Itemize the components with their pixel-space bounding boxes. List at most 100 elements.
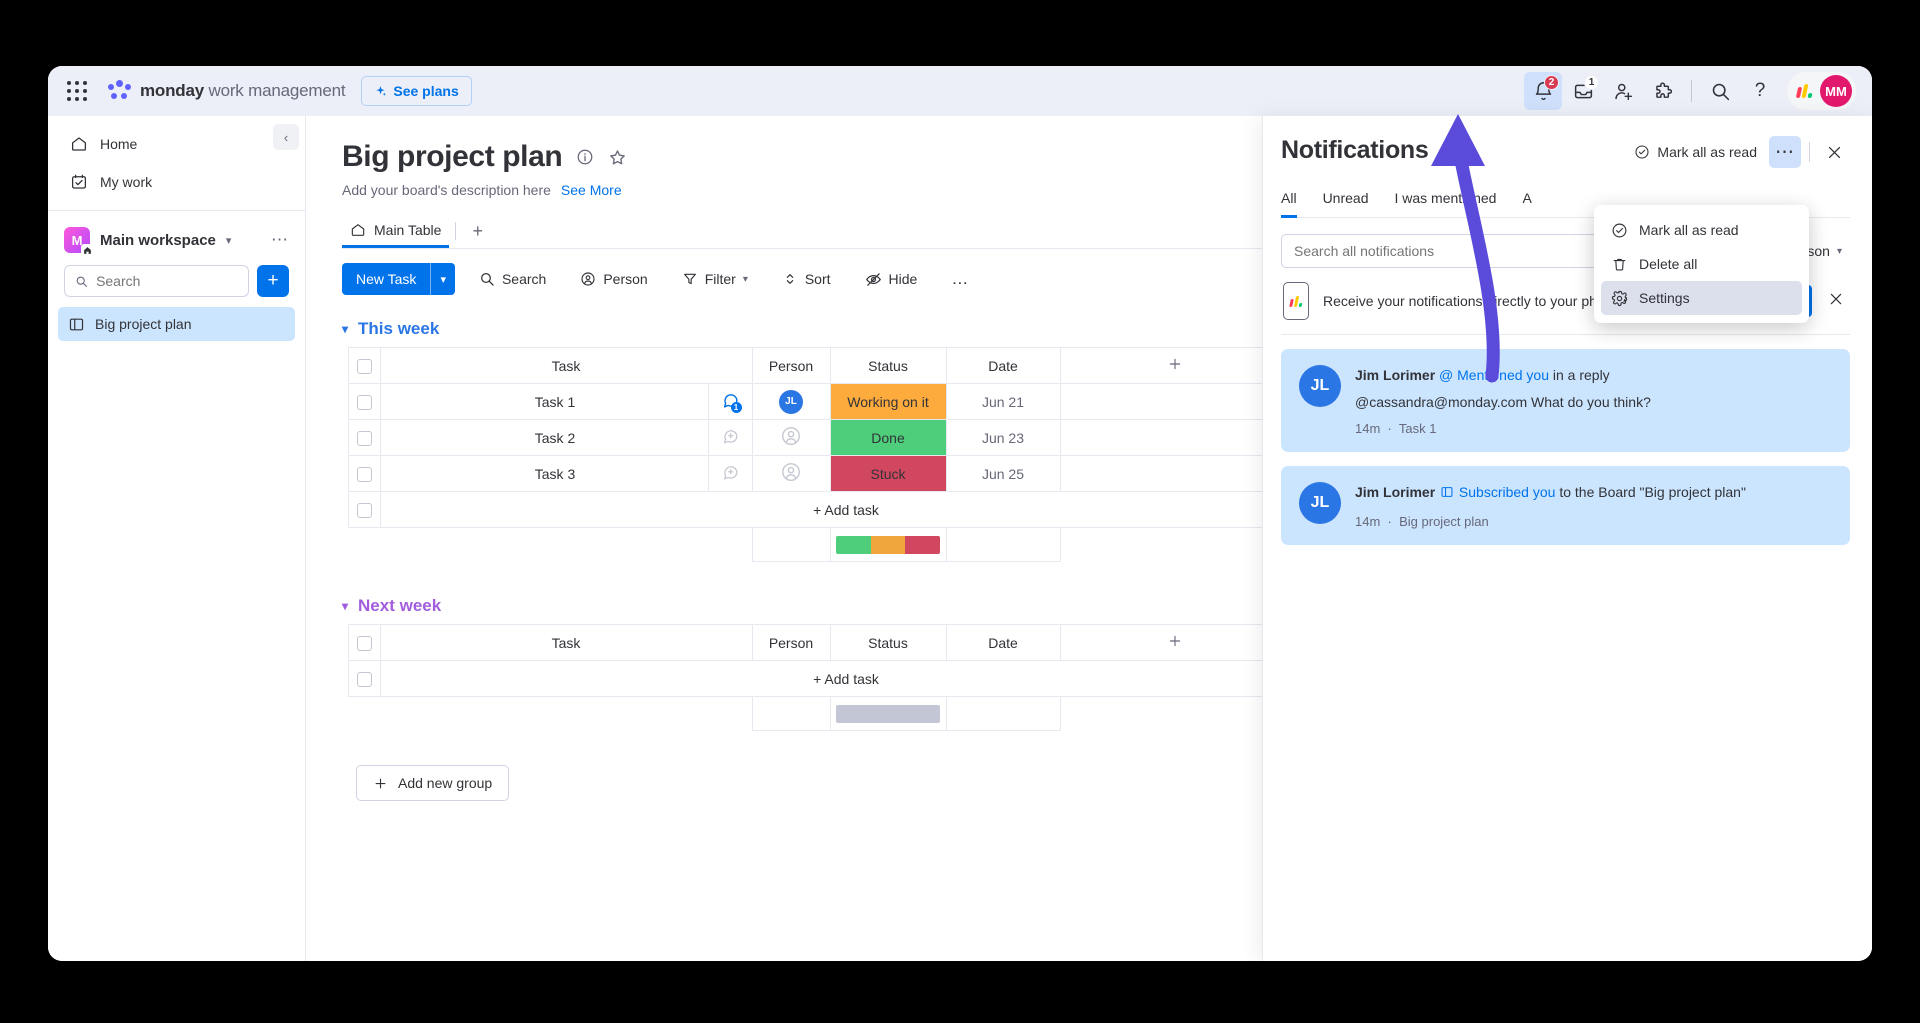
favorite-star-icon[interactable] — [608, 148, 627, 167]
table-row[interactable]: Task 3 S — [342, 456, 1290, 492]
close-notifications-button[interactable] — [1818, 136, 1850, 168]
workspace-avatar[interactable]: M — [64, 227, 90, 253]
menu-item-settings[interactable]: Settings — [1601, 281, 1802, 315]
notifications-more-button[interactable]: ⋯ — [1769, 136, 1801, 168]
menu-item-mark-all-as-read[interactable]: Mark all as read — [1601, 213, 1802, 247]
add-task-button[interactable]: + Add task — [380, 492, 1290, 528]
cell-date[interactable]: Jun 25 — [946, 456, 1060, 492]
row-checkbox[interactable] — [357, 431, 372, 446]
chevron-down-icon[interactable]: ▾ — [431, 263, 455, 295]
column-header-person[interactable]: Person — [752, 625, 830, 661]
person-filter-button[interactable]: Person — [570, 263, 657, 295]
notification-action-link[interactable]: Subscribed you — [1459, 484, 1556, 500]
tab-main-table[interactable]: Main Table — [342, 214, 449, 248]
sidebar-item-big-project-plan[interactable]: Big project plan — [58, 307, 295, 341]
search-input-wrapper[interactable] — [64, 265, 249, 297]
tab-all[interactable]: All — [1281, 186, 1297, 218]
add-task-row[interactable]: + Add task — [342, 492, 1290, 528]
select-all-checkbox[interactable] — [357, 359, 372, 374]
column-header-task[interactable]: Task — [380, 348, 752, 384]
new-task-button[interactable]: New Task ▾ — [342, 263, 455, 295]
column-header-status[interactable]: Status — [830, 348, 946, 384]
add-new-group-button[interactable]: Add new group — [356, 765, 509, 801]
add-task-button[interactable]: + Add task — [380, 661, 1290, 697]
notification-context[interactable]: Big project plan — [1399, 514, 1489, 529]
collapse-sidebar-button[interactable]: ‹ — [273, 124, 299, 150]
summary-status[interactable] — [830, 697, 946, 731]
hide-button[interactable]: Hide — [855, 263, 928, 295]
cell-status[interactable]: Stuck — [830, 456, 946, 492]
cell-status[interactable]: Working on it — [830, 384, 946, 420]
notification-item-subscribed[interactable]: JL Jim Lorimer Subscribed you to the Boa… — [1281, 466, 1850, 544]
cell-task[interactable]: Task 1 — [380, 384, 708, 420]
workspace-more-button[interactable]: ⋯ — [271, 230, 289, 250]
row-checkbox[interactable] — [357, 395, 372, 410]
notification-context[interactable]: Task 1 — [1399, 421, 1437, 436]
notification-action-link[interactable]: Mentioned you — [1457, 367, 1549, 383]
more-options-button[interactable]: … — [941, 263, 979, 295]
menu-item-delete-all[interactable]: Delete all — [1601, 247, 1802, 281]
row-checkbox[interactable] — [357, 467, 372, 482]
add-view-button[interactable]: + — [462, 221, 493, 242]
sort-button[interactable]: Sort — [772, 263, 841, 295]
select-all-checkbox-cell[interactable] — [348, 625, 380, 661]
filter-button[interactable]: Filter ▾ — [672, 263, 758, 295]
column-header-status[interactable]: Status — [830, 625, 946, 661]
see-plans-button[interactable]: See plans — [361, 76, 471, 106]
add-board-button[interactable]: + — [257, 265, 289, 297]
cell-person[interactable] — [752, 456, 830, 492]
mark-all-as-read-button[interactable]: Mark all as read — [1626, 139, 1765, 165]
invite-person-icon[interactable] — [1604, 72, 1642, 110]
help-icon[interactable]: ? — [1741, 72, 1779, 110]
board-search-button[interactable]: Search — [469, 263, 556, 295]
cell-conversation[interactable] — [708, 456, 752, 492]
cell-conversation[interactable]: 1 — [708, 384, 752, 420]
row-checkbox[interactable] — [357, 672, 372, 687]
row-checkbox-cell[interactable] — [348, 661, 380, 697]
chevron-down-icon[interactable]: ▾ — [226, 234, 232, 247]
chevron-down-icon[interactable]: ▾ — [1837, 246, 1842, 257]
chevron-down-icon[interactable]: ▾ — [342, 322, 348, 336]
inbox-icon[interactable]: 1 — [1564, 72, 1602, 110]
sidebar-item-my-work[interactable]: My work — [58, 164, 295, 200]
tab-assigned[interactable]: A — [1522, 186, 1531, 218]
row-checkbox-cell[interactable] — [348, 492, 380, 528]
add-column-button[interactable] — [1060, 625, 1290, 661]
column-header-date[interactable]: Date — [946, 348, 1060, 384]
row-checkbox[interactable] — [357, 503, 372, 518]
add-task-row[interactable]: + Add task — [342, 661, 1290, 697]
see-more-link[interactable]: See More — [561, 182, 622, 198]
chevron-down-icon[interactable]: ▾ — [342, 599, 348, 613]
cell-person[interactable]: JL — [752, 384, 830, 420]
notification-item-mention[interactable]: JL Jim Lorimer @ Mentioned you in a repl… — [1281, 349, 1850, 452]
row-checkbox-cell[interactable] — [348, 456, 380, 492]
tab-unread[interactable]: Unread — [1323, 186, 1369, 218]
cell-task[interactable]: Task 2 — [380, 420, 708, 456]
user-account-chip[interactable]: MM — [1787, 72, 1856, 110]
select-all-checkbox-cell[interactable] — [348, 348, 380, 384]
column-header-task[interactable]: Task — [380, 625, 752, 661]
summary-status[interactable] — [830, 528, 946, 562]
add-column-button[interactable] — [1060, 348, 1290, 384]
apps-marketplace-icon[interactable] — [1644, 72, 1682, 110]
cell-date[interactable]: Jun 21 — [946, 384, 1060, 420]
cell-person[interactable] — [752, 420, 830, 456]
workspace-search-input[interactable] — [96, 273, 238, 289]
cell-date[interactable]: Jun 23 — [946, 420, 1060, 456]
search-icon[interactable] — [1701, 72, 1739, 110]
cell-conversation[interactable] — [708, 420, 752, 456]
column-header-date[interactable]: Date — [946, 625, 1060, 661]
close-promo-button[interactable] — [1826, 291, 1846, 312]
table-row[interactable]: Task 2 D — [342, 420, 1290, 456]
monday-logo[interactable]: monday work management — [108, 80, 345, 102]
sidebar-item-home[interactable]: Home — [58, 126, 295, 162]
tab-i-was-mentioned[interactable]: I was mentioned — [1394, 186, 1496, 218]
chevron-down-icon[interactable]: ▾ — [743, 274, 748, 285]
select-all-checkbox[interactable] — [357, 636, 372, 651]
column-header-person[interactable]: Person — [752, 348, 830, 384]
bell-icon[interactable]: 2 — [1524, 72, 1562, 110]
cell-status[interactable]: Done — [830, 420, 946, 456]
row-checkbox-cell[interactable] — [348, 384, 380, 420]
table-row[interactable]: Task 1 1 JL Working on — [342, 384, 1290, 420]
cell-task[interactable]: Task 3 — [380, 456, 708, 492]
